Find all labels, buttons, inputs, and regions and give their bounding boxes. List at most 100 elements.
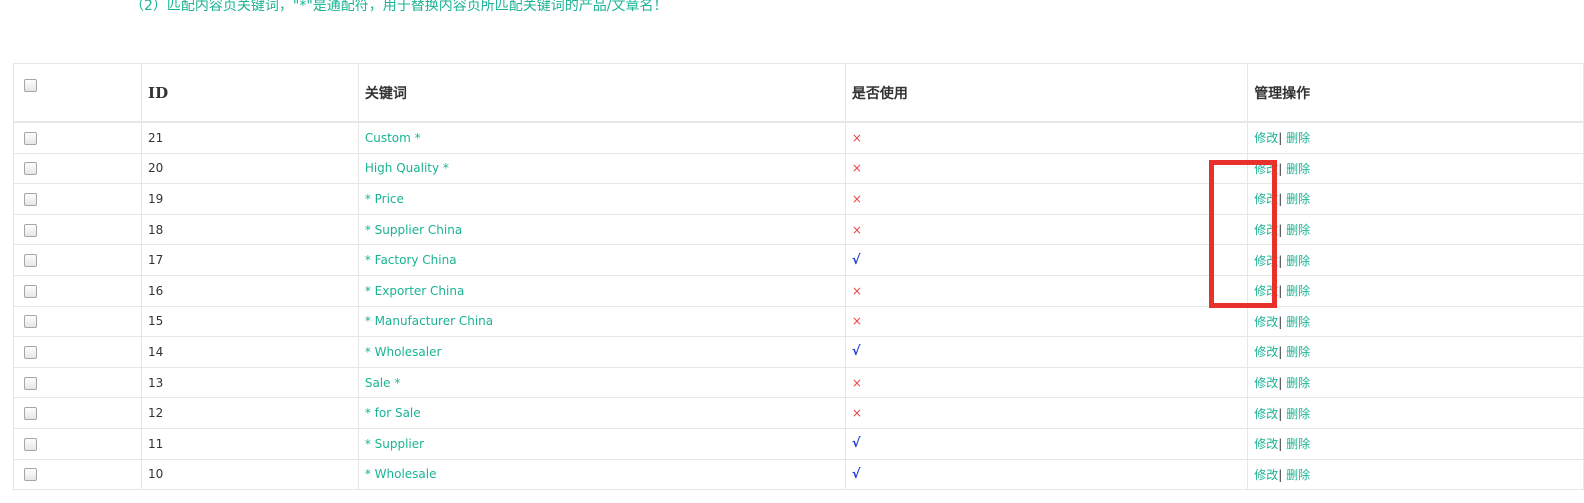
ops-separator: | (1278, 467, 1283, 482)
table-row: 11 * Supplier √ 修改| 删除 (13, 427, 1584, 460)
row-select-cell (13, 213, 143, 246)
keyword-table: ID 关键词 是否使用 管理操作 21 Custom * × 修改| 删除 20… (13, 63, 1584, 491)
keyword-table-container: ID 关键词 是否使用 管理操作 21 Custom * × 修改| 删除 20… (13, 63, 1584, 503)
row-keyword: * Exporter China (364, 283, 465, 298)
ops-separator: | (1278, 131, 1283, 146)
row-id: 21 (141, 121, 359, 154)
ops-separator: | (1278, 437, 1283, 452)
delete-link[interactable]: 删除 (1286, 192, 1310, 206)
row-keyword-cell: High Quality * (357, 152, 846, 185)
row-id: 11 (141, 427, 359, 460)
row-used-cell: √ (844, 336, 1249, 368)
header-row: ID 关键词 是否使用 管理操作 (13, 63, 1584, 123)
row-select-cell (13, 458, 143, 491)
row-ops-cell: 修改| 删除 (1247, 305, 1584, 338)
row-checkbox[interactable] (24, 468, 37, 482)
row-checkbox[interactable] (24, 131, 37, 145)
table-row: 21 Custom * × 修改| 删除 (13, 121, 1584, 154)
row-keyword-cell: Sale * (357, 366, 846, 399)
ops-separator: | (1278, 406, 1283, 421)
delete-link[interactable]: 删除 (1286, 345, 1310, 359)
select-all-checkbox[interactable] (24, 78, 37, 92)
delete-link[interactable]: 删除 (1286, 131, 1310, 145)
used-status-mark: × (851, 283, 862, 298)
row-checkbox[interactable] (24, 376, 37, 390)
row-id: 15 (141, 305, 359, 338)
row-select-cell (13, 183, 143, 215)
used-status-mark: √ (851, 344, 861, 360)
row-ops-cell: 修改| 删除 (1247, 458, 1584, 491)
row-checkbox[interactable] (24, 315, 37, 329)
row-checkbox[interactable] (24, 345, 37, 359)
row-ops-cell: 修改| 删除 (1247, 274, 1584, 307)
header-keyword: 关键词 (357, 63, 846, 123)
delete-link[interactable]: 删除 (1286, 254, 1310, 268)
row-used-cell: √ (844, 244, 1249, 276)
row-checkbox[interactable] (24, 254, 37, 268)
row-keyword-cell: Custom * (357, 121, 846, 154)
edit-link[interactable]: 修改 (1254, 468, 1278, 482)
used-status-mark: × (851, 314, 862, 329)
row-select-cell (13, 336, 143, 368)
row-used-cell: × (844, 152, 1249, 185)
keyword-help-note: （2）匹配内容页关键词，"*"是通配符，用于替换内容页所匹配关键词的产品/文章名… (130, 0, 668, 14)
ops-separator: | (1278, 376, 1283, 391)
row-keyword: Custom * (364, 130, 421, 145)
edit-link[interactable]: 修改 (1254, 131, 1278, 145)
edit-link[interactable]: 修改 (1254, 437, 1278, 451)
delete-link[interactable]: 删除 (1286, 284, 1310, 298)
edit-link[interactable]: 修改 (1254, 407, 1278, 421)
row-id: 20 (141, 152, 359, 185)
edit-link[interactable]: 修改 (1254, 345, 1278, 359)
row-select-cell (13, 366, 143, 399)
delete-link[interactable]: 删除 (1286, 315, 1310, 329)
ops-separator: | (1278, 161, 1283, 176)
row-keyword-cell: * Supplier (357, 427, 846, 460)
row-used-cell: × (844, 183, 1249, 215)
row-used-cell: × (844, 366, 1249, 399)
row-used-cell: × (844, 213, 1249, 246)
row-checkbox[interactable] (24, 284, 37, 298)
row-keyword: * Supplier China (364, 222, 463, 237)
delete-link[interactable]: 删除 (1286, 376, 1310, 390)
row-checkbox[interactable] (24, 192, 37, 206)
header-select-cell (13, 63, 143, 123)
row-checkbox[interactable] (24, 437, 37, 451)
row-id: 19 (141, 183, 359, 215)
row-checkbox[interactable] (24, 223, 37, 237)
header-ops: 管理操作 (1247, 63, 1584, 123)
row-keyword: * Manufacturer China (364, 314, 494, 329)
row-keyword: * Wholesale (364, 467, 437, 482)
table-row: 17 * Factory China √ 修改| 删除 (13, 244, 1584, 276)
table-row: 16 * Exporter China × 修改| 删除 (13, 274, 1584, 307)
delete-link[interactable]: 删除 (1286, 162, 1310, 176)
row-checkbox[interactable] (24, 162, 37, 176)
delete-link[interactable]: 删除 (1286, 407, 1310, 421)
table-row: 14 * Wholesaler √ 修改| 删除 (13, 336, 1584, 368)
used-status-mark: × (851, 375, 862, 390)
row-ops-cell: 修改| 删除 (1247, 336, 1584, 368)
edit-link[interactable]: 修改 (1254, 315, 1278, 329)
edit-link[interactable]: 修改 (1254, 284, 1278, 298)
row-keyword-cell: * Price (357, 183, 846, 215)
edit-link[interactable]: 修改 (1254, 192, 1278, 206)
edit-link[interactable]: 修改 (1254, 162, 1278, 176)
delete-link[interactable]: 删除 (1286, 223, 1310, 237)
row-keyword: * Price (364, 191, 404, 206)
edit-link[interactable]: 修改 (1254, 376, 1278, 390)
row-keyword-cell: * Manufacturer China (357, 305, 846, 338)
row-checkbox[interactable] (24, 407, 37, 421)
row-keyword: * for Sale (364, 406, 421, 421)
delete-link[interactable]: 删除 (1286, 437, 1310, 451)
row-used-cell: √ (844, 427, 1249, 460)
used-status-mark: √ (851, 252, 861, 268)
row-ops-cell: 修改| 删除 (1247, 366, 1584, 399)
header-used: 是否使用 (844, 63, 1249, 123)
delete-link[interactable]: 删除 (1286, 468, 1310, 482)
used-status-mark: × (851, 130, 862, 145)
row-keyword-cell: * Wholesaler (357, 336, 846, 368)
used-status-mark: × (851, 406, 862, 421)
edit-link[interactable]: 修改 (1254, 254, 1278, 268)
row-select-cell (13, 305, 143, 338)
edit-link[interactable]: 修改 (1254, 223, 1278, 237)
